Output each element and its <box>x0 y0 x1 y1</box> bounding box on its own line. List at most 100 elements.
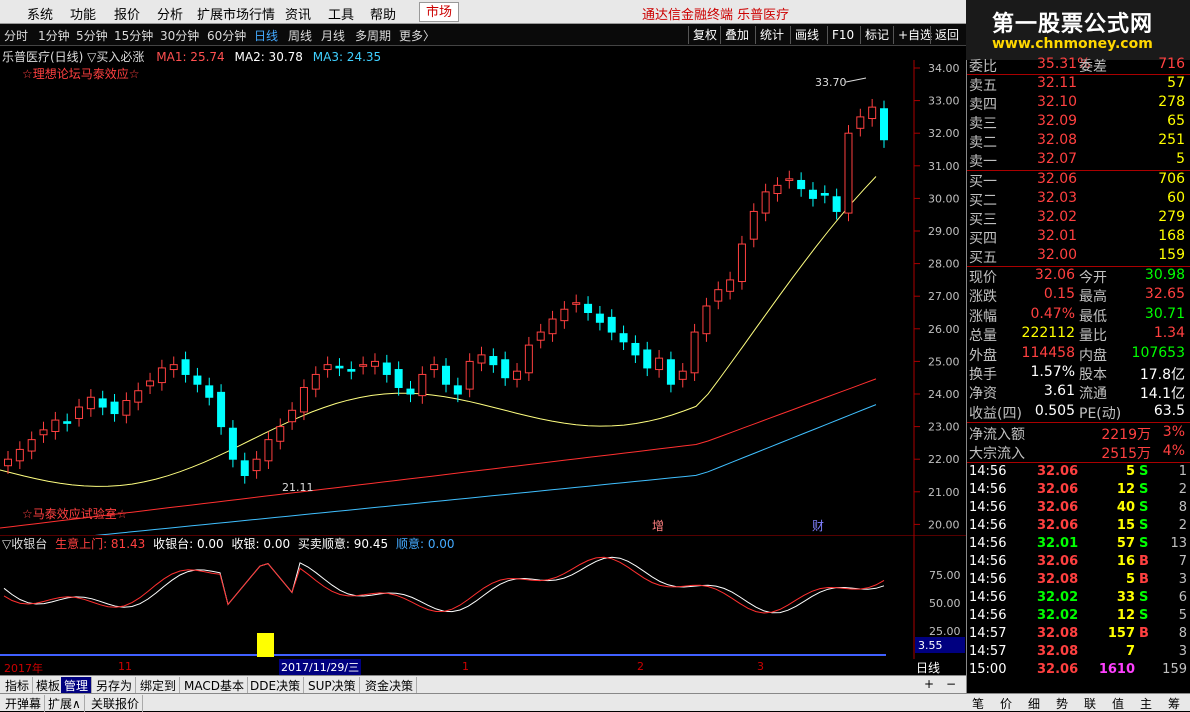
period-more[interactable]: 更多〉 <box>399 27 435 44</box>
period-weekly[interactable]: 周线 <box>288 27 312 44</box>
tick-time: 14:56 <box>969 608 1007 623</box>
rtab-value[interactable]: 值 <box>1112 695 1124 712</box>
menu-extended-market[interactable]: 扩展市场行情 <box>197 4 275 23</box>
period-1min[interactable]: 1分钟 <box>38 27 70 44</box>
restore-rights-button[interactable]: 复权 <box>688 26 721 44</box>
tab-template[interactable]: 模板 <box>33 677 65 694</box>
bid-row[interactable]: 买三 32.02 279 <box>967 209 1190 228</box>
rtab-chips[interactable]: 筹 <box>1168 695 1180 712</box>
bid-row[interactable]: 买一 32.06 706 <box>967 171 1190 190</box>
toggle-danmaku[interactable]: 开弹幕 <box>2 695 46 712</box>
ask-row[interactable]: 卖五 32.11 57 <box>967 75 1190 94</box>
quote-row[interactable]: 换手 1.57% 股本 17.8亿 <box>967 364 1190 383</box>
bid-volume: 60 <box>1167 190 1185 206</box>
bid-price: 32.03 <box>1037 190 1078 206</box>
menu-quote[interactable]: 报价 <box>114 4 140 23</box>
candle-body <box>584 303 593 314</box>
tick-row[interactable]: 15:00 32.06 1610 159 <box>967 662 1190 680</box>
tab-fund[interactable]: 资金决策 <box>362 677 418 694</box>
period-timeshare[interactable]: 分时 <box>4 27 28 44</box>
bid-row[interactable]: 买二 32.03 60 <box>967 190 1190 209</box>
related-quote[interactable]: 关联报价 <box>88 695 144 712</box>
quote-row[interactable]: 净资 3.61 流通 14.1亿 <box>967 383 1190 402</box>
quote-row[interactable]: 总量 222112 量比 1.34 <box>967 325 1190 344</box>
period-monthly[interactable]: 月线 <box>321 27 345 44</box>
overlay-button[interactable]: 叠加 <box>720 26 753 44</box>
menu-help[interactable]: 帮助 <box>370 4 396 23</box>
rtab-trend[interactable]: 势 <box>1056 695 1068 712</box>
flow-row[interactable]: 大宗流入 2515万 4% <box>967 443 1190 462</box>
bid-row[interactable]: 买四 32.01 168 <box>967 228 1190 247</box>
bid-volume: 706 <box>1158 171 1185 187</box>
ask-row[interactable]: 卖二 32.08 251 <box>967 132 1190 151</box>
tab-save-as[interactable]: 另存为 <box>93 677 137 694</box>
kline-chart[interactable]: 34.00 33.00 32.00 31.00 30.00 29.00 28.00 27.00… <box>0 60 966 535</box>
quote-row[interactable]: 现价 32.06 今开 30.98 <box>967 267 1190 286</box>
tab-bind-to[interactable]: 绑定到 <box>137 677 181 694</box>
bid-label: 买三 <box>969 212 997 228</box>
candle-body <box>453 385 462 395</box>
zoom-in-icon[interactable]: + <box>924 677 934 691</box>
ask-row[interactable]: 卖四 32.10 278 <box>967 94 1190 113</box>
rtab-detail[interactable]: 细 <box>1028 695 1040 712</box>
menu-news[interactable]: 资讯 <box>285 4 311 23</box>
back-button[interactable]: 返回 <box>930 26 963 44</box>
period-daily[interactable]: 日线 <box>254 27 278 44</box>
price-axis-label: 26.00 <box>928 323 960 336</box>
menu-analysis[interactable]: 分析 <box>157 4 183 23</box>
toggle-extend[interactable]: 扩展∧ <box>45 695 85 712</box>
tick-row[interactable]: 14:56 32.06 16 B 7 <box>967 554 1190 572</box>
period-15min[interactable]: 15分钟 <box>114 27 153 44</box>
flow-row[interactable]: 净流入额 2219万 3% <box>967 424 1190 443</box>
period-30min[interactable]: 30分钟 <box>160 27 199 44</box>
ask-price: 32.10 <box>1037 94 1078 110</box>
mark-button[interactable]: 标记 <box>860 26 893 44</box>
tick-row[interactable]: 14:57 32.08 157 B 8 <box>967 626 1190 644</box>
period-60min[interactable]: 60分钟 <box>207 27 246 44</box>
tab-dde[interactable]: DDE决策 <box>247 677 305 694</box>
quote-row[interactable]: 涨跌 0.15 最高 32.65 <box>967 286 1190 305</box>
tick-row[interactable]: 14:56 32.06 5 S 1 <box>967 464 1190 482</box>
tick-row[interactable]: 14:56 32.08 5 B 3 <box>967 572 1190 590</box>
daily-label[interactable]: 日线 <box>916 659 940 676</box>
menu-function[interactable]: 功能 <box>70 4 96 23</box>
tab-macd-basic[interactable]: MACD基本 <box>181 677 248 694</box>
candle-body <box>880 108 888 141</box>
quote-row[interactable]: 收益(四) 0.505 PE(动) 63.5 <box>967 403 1190 422</box>
ask-row[interactable]: 卖一 32.07 5 <box>967 151 1190 170</box>
f10-button[interactable]: F10 <box>827 26 858 44</box>
rtab-price[interactable]: 价 <box>1000 695 1012 712</box>
zoom-out-icon[interactable]: − <box>946 677 956 691</box>
tick-side: B <box>1139 554 1149 569</box>
statistics-button[interactable]: 统计 <box>755 26 788 44</box>
ask-row[interactable]: 卖三 32.09 65 <box>967 113 1190 132</box>
menu-tools[interactable]: 工具 <box>328 4 354 23</box>
period-5min[interactable]: 5分钟 <box>76 27 108 44</box>
period-multi[interactable]: 多周期 <box>355 27 391 44</box>
rtab-trades[interactable]: 笔 <box>972 695 984 712</box>
tick-row[interactable]: 14:56 32.06 15 S 2 <box>967 518 1190 536</box>
candle-body <box>666 359 675 385</box>
tick-row[interactable]: 14:56 32.06 12 S 2 <box>967 482 1190 500</box>
indicator-chart[interactable]: 75.00 50.00 25.00 3.55 <box>0 535 966 659</box>
tick-row[interactable]: 14:56 32.06 40 S 8 <box>967 500 1190 518</box>
tick-row[interactable]: 14:56 32.01 57 S 13 <box>967 536 1190 554</box>
bid-row[interactable]: 买五 32.00 159 <box>967 247 1190 266</box>
quote-row[interactable]: 外盘 114458 内盘 107653 <box>967 345 1190 364</box>
menu-system[interactable]: 系统 <box>27 4 53 23</box>
draw-line-button[interactable]: 画线 <box>790 26 823 44</box>
market-button[interactable]: 市场 <box>419 2 460 22</box>
tick-row[interactable]: 14:56 32.02 33 S 6 <box>967 590 1190 608</box>
tab-sup[interactable]: SUP决策 <box>305 677 360 694</box>
candle-body <box>75 406 84 419</box>
tick-row[interactable]: 14:57 32.08 7 3 <box>967 644 1190 662</box>
tab-indicator[interactable]: 指标 <box>2 677 34 694</box>
rtab-main[interactable]: 主 <box>1140 695 1152 712</box>
bid-price: 32.06 <box>1037 171 1078 187</box>
rtab-link[interactable]: 联 <box>1084 695 1096 712</box>
quote-label-2: 股本 <box>1079 367 1107 383</box>
quote-row[interactable]: 涨幅 0.47% 最低 30.71 <box>967 306 1190 325</box>
tick-price: 32.06 <box>1037 464 1079 479</box>
tab-manage[interactable]: 管理 <box>61 677 93 694</box>
tick-row[interactable]: 14:56 32.02 12 S 5 <box>967 608 1190 626</box>
